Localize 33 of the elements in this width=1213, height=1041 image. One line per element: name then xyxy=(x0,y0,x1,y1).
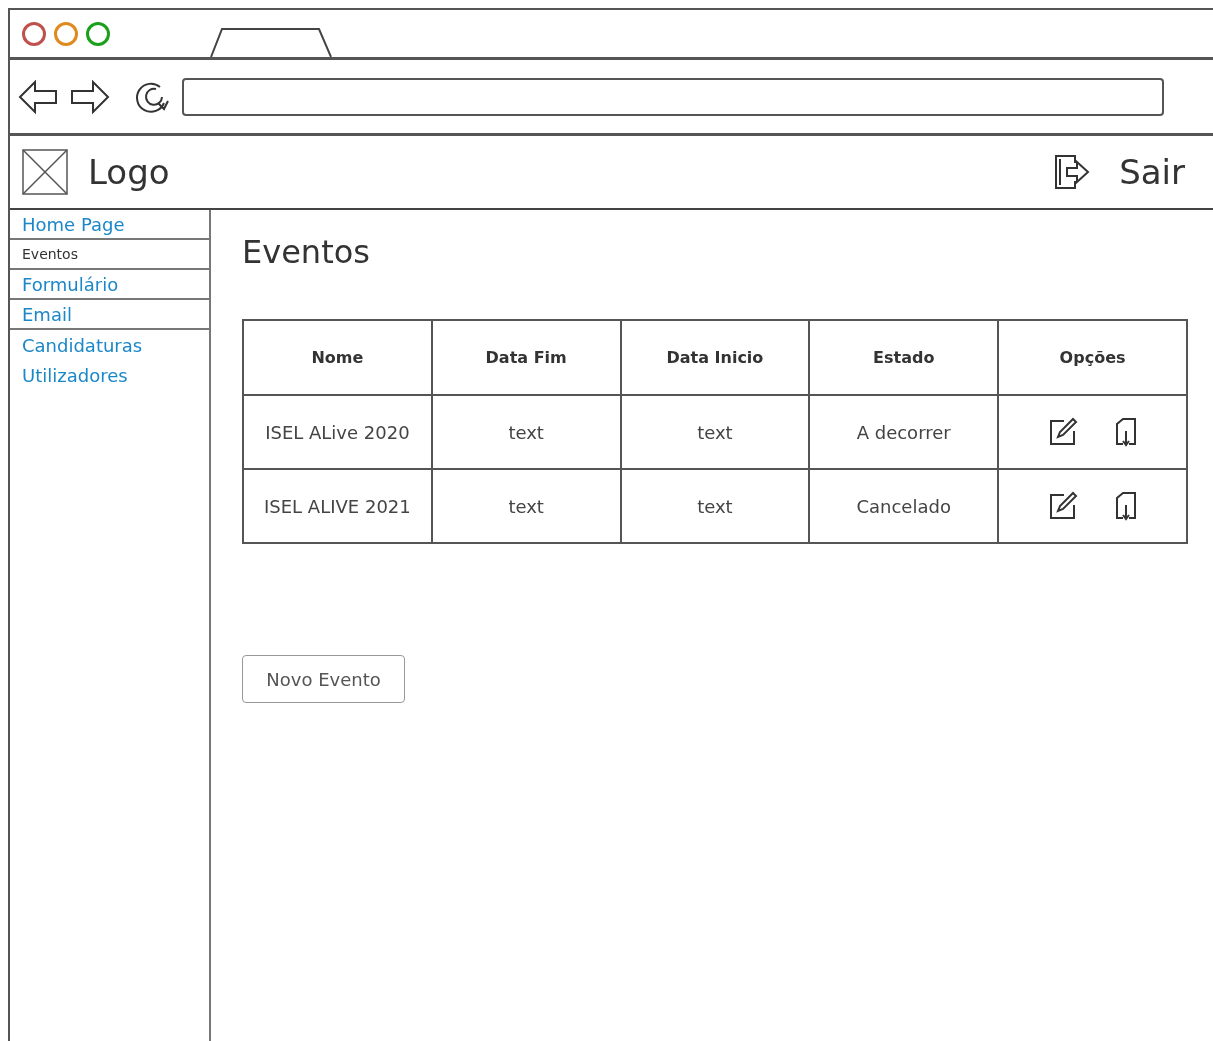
sidebar-item[interactable]: Candidaturas xyxy=(10,330,209,360)
back-arrow-icon[interactable] xyxy=(18,79,58,114)
browser-tab[interactable] xyxy=(210,27,332,57)
table-cell: ISEL ALive 2020 xyxy=(243,395,432,469)
new-event-button[interactable]: Novo Evento xyxy=(242,655,405,703)
table-cell: text xyxy=(431,469,621,543)
sidebar-item[interactable]: Utilizadores xyxy=(10,360,209,390)
table-cell: text xyxy=(620,469,810,543)
table-cell: ISEL ALIVE 2021 xyxy=(243,469,432,543)
forward-arrow-icon[interactable] xyxy=(70,79,110,114)
edit-icon[interactable] xyxy=(1047,491,1078,521)
edit-icon[interactable] xyxy=(1047,417,1078,447)
column-header: Estado xyxy=(809,320,999,395)
sidebar-item[interactable]: Eventos xyxy=(10,240,209,270)
table-cell: A decorrer xyxy=(809,395,999,469)
address-bar[interactable] xyxy=(182,77,1164,116)
file-download-icon[interactable] xyxy=(1113,491,1138,521)
page-title: Eventos xyxy=(242,232,371,273)
logo-text: Logo xyxy=(88,150,170,194)
column-header: Data Inicio xyxy=(620,320,810,395)
table-cell: text xyxy=(620,395,810,469)
column-header: Nome xyxy=(243,320,432,395)
logo-placeholder-icon xyxy=(22,149,68,195)
table-cell: Cancelado xyxy=(809,469,999,543)
logout-icon[interactable] xyxy=(1053,153,1092,191)
sidebar-item[interactable]: Home Page xyxy=(10,210,209,240)
table-cell: text xyxy=(431,395,621,469)
logout-link[interactable]: Sair xyxy=(1119,146,1185,198)
file-download-icon[interactable] xyxy=(1113,417,1138,447)
column-header: Data Fim xyxy=(431,320,621,395)
column-header: Opções xyxy=(998,320,1187,395)
sidebar-item[interactable]: Email xyxy=(10,300,209,330)
sidebar-item[interactable]: Formulário xyxy=(10,270,209,300)
